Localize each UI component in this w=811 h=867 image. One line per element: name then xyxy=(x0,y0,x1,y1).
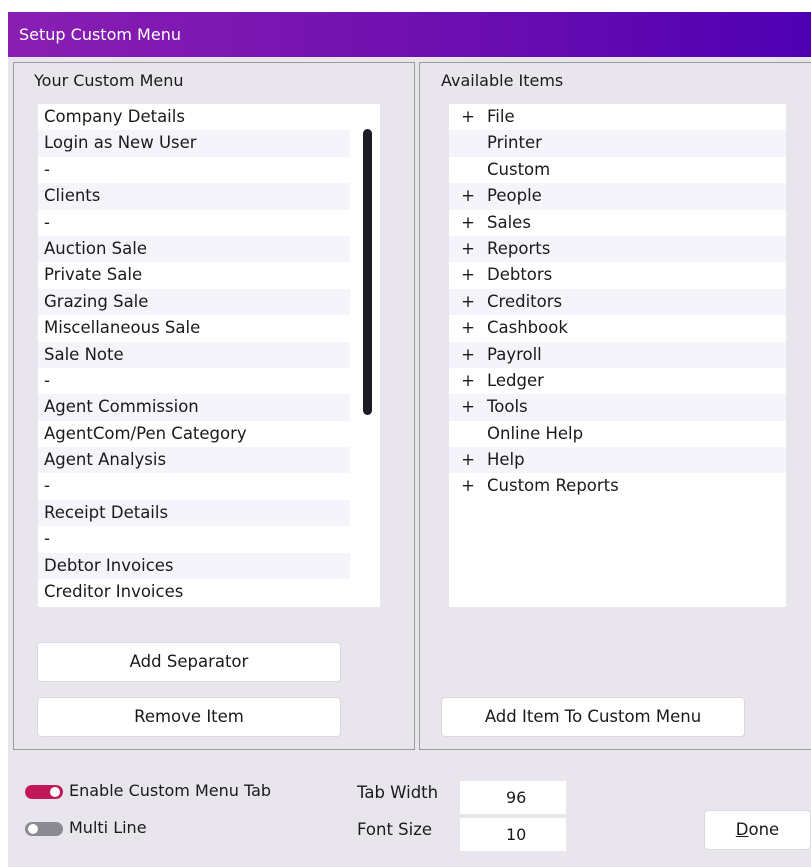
tree-item-label: Ledger xyxy=(487,370,544,390)
tree-item[interactable]: Online Help xyxy=(449,421,786,447)
expand-icon[interactable]: + xyxy=(449,183,487,209)
tree-item[interactable]: + Ledger xyxy=(449,368,786,394)
available-items-tree[interactable]: + File Printer Custom + People + Sales + Reports +… xyxy=(449,104,786,607)
list-item[interactable]: Miscellaneous Sale xyxy=(38,315,350,341)
tree-item[interactable]: + People xyxy=(449,183,786,210)
expand-icon[interactable]: + xyxy=(449,315,487,341)
expand-icon[interactable]: + xyxy=(449,104,487,130)
list-item[interactable]: Sale Note xyxy=(38,341,350,368)
list-item[interactable]: Auction Sale xyxy=(38,235,350,263)
tree-item-label: Debtors xyxy=(487,265,553,285)
custom-menu-list[interactable]: Company Details Login as New User - Clients… xyxy=(38,104,380,607)
tree-item-label: Reports xyxy=(487,238,551,258)
tree-item-label: Printer xyxy=(487,133,542,153)
separator-item[interactable]: - xyxy=(38,157,350,183)
multi-line-option[interactable]: Multi Line xyxy=(25,816,147,840)
expand-icon[interactable]: + xyxy=(449,368,487,394)
tree-item[interactable]: + Payroll xyxy=(449,341,786,368)
list-item[interactable]: Debtor Invoices xyxy=(38,552,350,580)
tree-item-label: Online Help xyxy=(487,423,584,443)
tree-item[interactable]: + Cashbook xyxy=(449,315,786,341)
tree-item-label: Help xyxy=(487,450,525,470)
separator-item[interactable]: - xyxy=(38,368,350,394)
done-label: one xyxy=(748,820,780,839)
list-item[interactable]: Company Details xyxy=(38,104,350,130)
tree-item-label: People xyxy=(487,186,542,206)
expand-icon[interactable]: + xyxy=(449,394,487,420)
separator-item[interactable]: - xyxy=(38,210,350,236)
separator-item[interactable]: - xyxy=(38,526,350,552)
window-title: Setup Custom Menu xyxy=(19,25,181,44)
tree-item-label: File xyxy=(487,107,515,126)
multi-line-toggle[interactable] xyxy=(25,821,63,836)
tree-item[interactable]: + Reports xyxy=(449,235,786,263)
tree-item-label: Payroll xyxy=(487,344,542,364)
tree-item[interactable]: + Sales xyxy=(449,210,786,236)
tree-item[interactable]: Printer xyxy=(449,130,786,157)
font-size-input[interactable]: 10 xyxy=(460,818,566,851)
multi-line-label: Multi Line xyxy=(69,818,147,837)
list-item[interactable]: AgentCom/Pen Category xyxy=(38,421,350,447)
available-items-heading: Available Items xyxy=(441,71,564,90)
available-items-group: Available Items + File Printer Custom + Peopl… xyxy=(419,62,811,750)
tree-item[interactable]: + Custom Reports xyxy=(449,473,786,499)
list-item[interactable]: Agent Analysis xyxy=(38,447,350,474)
expand-icon[interactable]: + xyxy=(449,262,487,288)
list-item[interactable]: Grazing Sale xyxy=(38,288,350,316)
list-item[interactable]: Login as New User xyxy=(38,130,350,157)
expand-icon[interactable]: + xyxy=(449,342,487,368)
tree-item[interactable]: Custom xyxy=(449,157,786,183)
tab-width-input[interactable]: 96 xyxy=(460,781,566,814)
tree-item-label: Cashbook xyxy=(487,318,568,338)
scrollbar-thumb[interactable] xyxy=(363,129,372,415)
done-mnemonic: D xyxy=(735,820,749,839)
enable-custom-menu-tab-label: Enable Custom Menu Tab xyxy=(69,781,272,800)
tab-width-label: Tab Width xyxy=(357,783,439,802)
list-item[interactable]: Creditor Invoices xyxy=(38,579,350,605)
enable-custom-menu-tab-toggle[interactable] xyxy=(25,784,63,799)
remove-item-button[interactable]: Remove Item xyxy=(37,697,341,737)
tree-item-label: Custom xyxy=(487,159,551,179)
add-item-to-custom-menu-button[interactable]: Add Item To Custom Menu xyxy=(441,697,745,737)
window-title-bar: Setup Custom Menu xyxy=(8,12,811,57)
expand-icon[interactable]: + xyxy=(449,447,487,473)
tree-item-label: Sales xyxy=(487,212,531,232)
tree-item-label: Creditors xyxy=(487,291,563,311)
expand-icon[interactable]: + xyxy=(449,473,487,499)
font-size-label: Font Size xyxy=(357,820,433,839)
list-item[interactable]: Private Sale xyxy=(38,262,350,288)
enable-custom-menu-tab-option[interactable]: Enable Custom Menu Tab xyxy=(25,779,271,803)
tree-item[interactable]: + Debtors xyxy=(449,262,786,288)
tree-item[interactable]: + Tools xyxy=(449,394,786,421)
tree-item-label: Custom Reports xyxy=(487,476,619,496)
expand-icon[interactable]: + xyxy=(449,210,487,236)
expand-icon[interactable]: + xyxy=(449,289,487,315)
custom-menu-heading: Your Custom Menu xyxy=(34,71,184,90)
list-item[interactable]: Agent Commission xyxy=(38,394,350,421)
separator-item[interactable]: - xyxy=(38,473,350,499)
tree-item[interactable]: + Help xyxy=(449,447,786,474)
setup-dialog: Your Custom Menu Company Details Login as… xyxy=(8,57,811,867)
tree-item-label: Tools xyxy=(487,397,528,417)
list-item[interactable]: Receipt Details xyxy=(38,499,350,527)
list-item[interactable]: Clients xyxy=(38,183,350,210)
expand-icon[interactable]: + xyxy=(449,236,487,262)
add-separator-button[interactable]: Add Separator xyxy=(37,642,341,682)
done-button[interactable]: Done xyxy=(704,810,811,850)
tree-item[interactable]: + File xyxy=(449,104,786,130)
tree-item[interactable]: + Creditors xyxy=(449,288,786,316)
